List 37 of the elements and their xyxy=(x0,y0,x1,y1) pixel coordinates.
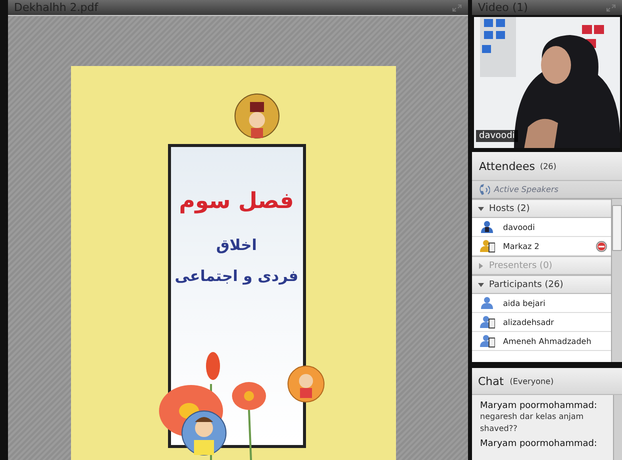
attendees-title: Attendees xyxy=(479,160,535,172)
scrollbar-thumb[interactable] xyxy=(612,205,622,251)
attendee-name[interactable]: Ameneh Ahmadzadeh xyxy=(503,336,607,346)
user-phone-icon xyxy=(480,315,495,329)
expand-icon[interactable] xyxy=(452,4,462,12)
attendee-name[interactable]: aida bejari xyxy=(503,298,607,308)
attendee-name[interactable]: davoodi xyxy=(503,222,607,232)
chat-scope[interactable]: (Everyone) xyxy=(510,376,554,386)
group-header[interactable]: Hosts (2) xyxy=(472,199,611,218)
phone-icon xyxy=(478,184,490,196)
chat-title: Chat xyxy=(478,374,504,388)
character-badge-drawing xyxy=(181,410,226,456)
collapse-triangle-icon[interactable] xyxy=(478,282,484,288)
user-phone-icon xyxy=(480,334,495,348)
attendee-name[interactable]: Markaz 2 xyxy=(503,242,588,250)
attendee-count: (26) xyxy=(540,162,556,170)
user-phone-icon xyxy=(480,239,495,253)
character-badge-drawing xyxy=(234,94,279,138)
attendee-name[interactable]: alizadehsadr xyxy=(503,318,607,326)
collapse-triangle-icon[interactable] xyxy=(478,206,484,212)
active-speakers-label: Active Speakers xyxy=(494,185,558,194)
scrollbar[interactable] xyxy=(613,395,622,460)
chat-sender: Maryam poormohammad: xyxy=(480,401,598,411)
chapter-subtitle: اخلاق xyxy=(216,235,257,256)
participant-name-label: davoodi xyxy=(476,130,518,142)
minus-circle-icon[interactable] xyxy=(596,240,607,252)
document-title: Dekhalhh 2.pdf xyxy=(14,1,98,14)
chat-sender: Maryam poormohammad: xyxy=(480,439,598,449)
video-title: Video (1) xyxy=(478,1,528,14)
chapter-heading: فصل سوم xyxy=(179,189,294,214)
chat-message: negaresh dar kelas anjam shaved?? xyxy=(480,411,585,435)
character-badge-drawing xyxy=(287,366,324,402)
chapter-subtitle: فردی و اجتماعی xyxy=(174,266,298,287)
expand-icon[interactable] xyxy=(606,4,616,12)
group-header[interactable]: Participants (26) xyxy=(472,275,611,294)
user-icon xyxy=(480,220,495,234)
user-icon xyxy=(480,296,495,310)
